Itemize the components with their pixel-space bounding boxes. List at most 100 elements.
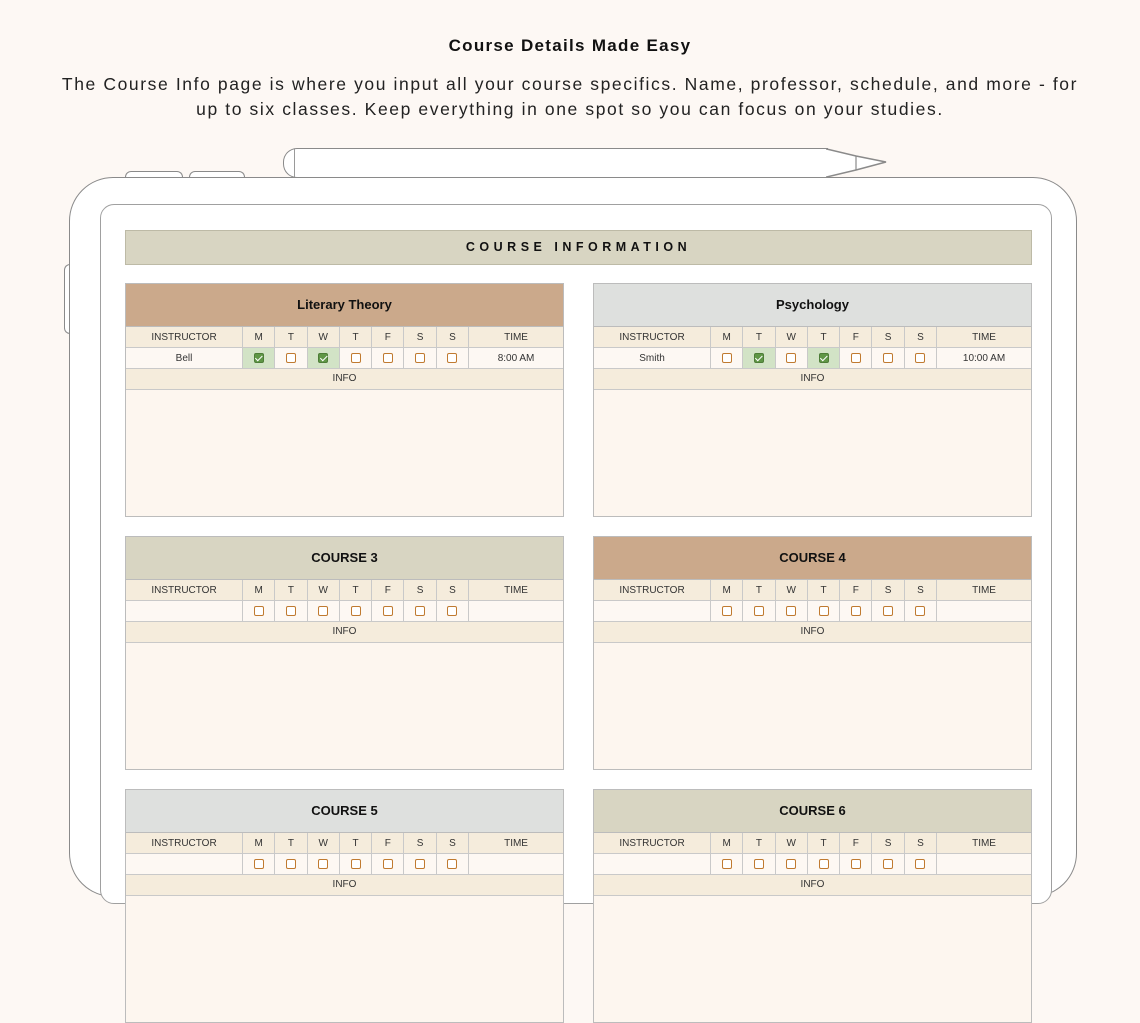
checkbox-icon[interactable] [915, 353, 926, 363]
description: The Course Info page is where you input … [61, 74, 1079, 119]
checkbox-icon[interactable] [915, 859, 926, 869]
checkbox-icon[interactable] [350, 859, 361, 869]
checkbox-icon[interactable] [447, 606, 458, 616]
checkbox-icon[interactable] [883, 859, 894, 869]
checked-checkbox-icon[interactable] [318, 353, 329, 363]
checkbox-icon[interactable] [285, 353, 296, 363]
info-header: INFO [594, 622, 1031, 643]
day-checkbox-cell [808, 601, 841, 621]
day-checkbox-cell [340, 601, 373, 621]
day-checkbox-cell [711, 348, 744, 368]
checkbox-icon[interactable] [447, 859, 458, 869]
day-header: M [243, 580, 276, 600]
day-checkbox-cell [905, 601, 938, 621]
info-header: INFO [126, 369, 563, 390]
checkbox-icon[interactable] [285, 606, 296, 616]
info-notes-area[interactable] [594, 896, 1031, 1022]
instructor-header: INSTRUCTOR [126, 327, 243, 347]
instructor-field[interactable] [126, 601, 243, 621]
time-field[interactable]: 10:00 AM [937, 348, 1031, 368]
checkbox-icon[interactable] [850, 606, 861, 616]
info-header: INFO [126, 875, 563, 896]
checkbox-icon[interactable] [753, 606, 764, 616]
checked-checkbox-icon[interactable] [818, 353, 829, 363]
checkbox-icon[interactable] [253, 606, 264, 616]
checkbox-icon[interactable] [850, 353, 861, 363]
instructor-field[interactable]: Smith [594, 348, 711, 368]
checkbox-icon[interactable] [818, 859, 829, 869]
time-field[interactable] [937, 601, 1031, 621]
checkbox-icon[interactable] [721, 859, 732, 869]
checkbox-icon[interactable] [253, 859, 264, 869]
day-checkbox-cell [404, 348, 437, 368]
day-header: F [372, 580, 405, 600]
info-notes-area[interactable] [126, 390, 563, 516]
checkbox-icon[interactable] [382, 353, 393, 363]
checkbox-icon[interactable] [786, 606, 797, 616]
checkbox-icon[interactable] [415, 859, 426, 869]
checkbox-icon[interactable] [786, 353, 797, 363]
checkbox-icon[interactable] [915, 606, 926, 616]
info-notes-area[interactable] [594, 390, 1031, 516]
checkbox-icon[interactable] [285, 859, 296, 869]
day-checkbox-cell [872, 854, 905, 874]
course-card: Literary Theory INSTRUCTOR M T W T F S S TIME Bell… [125, 283, 564, 517]
checkbox-icon[interactable] [721, 606, 732, 616]
instructor-header: INSTRUCTOR [594, 580, 711, 600]
checkbox-icon[interactable] [753, 859, 764, 869]
schedule-header-row: INSTRUCTOR M T W T F S S TIME [594, 580, 1031, 601]
checkbox-icon[interactable] [382, 859, 393, 869]
checkbox-icon[interactable] [850, 859, 861, 869]
time-field[interactable] [469, 854, 563, 874]
instructor-field[interactable]: Bell [126, 348, 243, 368]
instructor-field[interactable] [594, 854, 711, 874]
course-title[interactable]: COURSE 5 [126, 790, 563, 833]
day-checkbox-cell [807, 348, 841, 368]
checkbox-icon[interactable] [721, 353, 732, 363]
course-title[interactable]: COURSE 3 [126, 537, 563, 580]
schedule-header-row: INSTRUCTOR M T W T F S S TIME [126, 580, 563, 601]
day-checkbox-cell [243, 601, 276, 621]
time-field[interactable] [469, 601, 563, 621]
day-header: S [404, 327, 437, 347]
instructor-field[interactable] [594, 601, 711, 621]
day-header: W [776, 580, 808, 600]
checkbox-icon[interactable] [415, 606, 426, 616]
course-title[interactable]: Literary Theory [126, 284, 563, 327]
time-field[interactable]: 8:00 AM [469, 348, 563, 368]
course-title[interactable]: Psychology [594, 284, 1031, 327]
day-checkbox-cell [840, 854, 873, 874]
checkbox-icon[interactable] [883, 353, 894, 363]
headline: Course Details Made Easy [448, 36, 692, 55]
checkbox-icon[interactable] [350, 606, 361, 616]
info-notes-area[interactable] [126, 643, 563, 769]
checked-checkbox-icon[interactable] [253, 353, 264, 363]
checked-checkbox-icon[interactable] [753, 353, 764, 363]
info-notes-area[interactable] [594, 643, 1031, 769]
checkbox-icon[interactable] [883, 606, 894, 616]
course-title[interactable]: COURSE 4 [594, 537, 1031, 580]
day-header: S [437, 833, 470, 853]
checkbox-icon[interactable] [786, 859, 797, 869]
day-header: S [872, 833, 905, 853]
course-title[interactable]: COURSE 6 [594, 790, 1031, 833]
day-checkbox-cell [776, 348, 808, 368]
day-checkbox-cell [808, 854, 841, 874]
day-header: T [743, 833, 776, 853]
instructor-header: INSTRUCTOR [594, 833, 711, 853]
day-header: W [776, 327, 808, 347]
info-header: INFO [594, 875, 1031, 896]
checkbox-icon[interactable] [318, 859, 329, 869]
day-header: T [275, 327, 308, 347]
day-header: T [340, 580, 373, 600]
info-notes-area[interactable] [126, 896, 563, 1022]
time-field[interactable] [937, 854, 1031, 874]
checkbox-icon[interactable] [382, 606, 393, 616]
checkbox-icon[interactable] [415, 353, 426, 363]
checkbox-icon[interactable] [447, 353, 458, 363]
time-header: TIME [504, 584, 528, 596]
checkbox-icon[interactable] [350, 353, 361, 363]
checkbox-icon[interactable] [318, 606, 329, 616]
instructor-field[interactable] [126, 854, 243, 874]
checkbox-icon[interactable] [818, 606, 829, 616]
